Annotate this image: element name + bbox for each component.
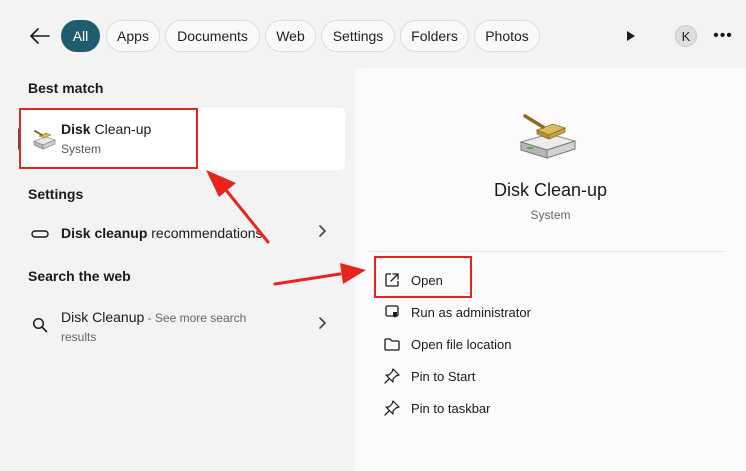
pin-icon xyxy=(383,399,401,417)
account-avatar[interactable]: K xyxy=(675,25,697,47)
annotation-arrowhead xyxy=(206,170,236,197)
disk-cleanup-icon xyxy=(31,125,57,151)
filter-photos[interactable]: Photos xyxy=(474,20,540,52)
filter-apps[interactable]: Apps xyxy=(106,20,160,52)
storage-drive-icon xyxy=(30,225,50,243)
admin-shield-icon xyxy=(383,303,401,321)
open-external-icon xyxy=(383,271,401,289)
run-as-admin-action[interactable]: Run as administrator xyxy=(383,301,703,325)
run-as-admin-label: Run as administrator xyxy=(411,305,531,320)
settings-heading: Settings xyxy=(28,186,84,202)
chevron-right-icon[interactable] xyxy=(319,316,327,335)
app-detail-panel: Disk Clean-up System Open Run as adminis… xyxy=(355,68,746,471)
pin-icon xyxy=(383,367,401,385)
filter-web[interactable]: Web xyxy=(265,20,316,52)
settings-result-row[interactable]: Disk cleanup recommendations xyxy=(18,214,345,254)
pin-to-taskbar-action[interactable]: Pin to taskbar xyxy=(383,397,703,421)
best-match-title: Disk Clean-up xyxy=(61,121,152,137)
filter-all[interactable]: All xyxy=(61,20,100,52)
pin-to-start-action[interactable]: Pin to Start xyxy=(383,365,703,389)
folder-icon xyxy=(383,335,401,353)
search-icon xyxy=(30,316,50,334)
search-web-heading: Search the web xyxy=(28,268,131,284)
web-search-result-row[interactable]: Disk Cleanup - See more search results xyxy=(18,298,345,348)
selection-indicator xyxy=(18,128,21,150)
open-action[interactable]: Open xyxy=(383,269,703,293)
more-filters-play-icon[interactable] xyxy=(620,24,642,48)
detail-app-category: System xyxy=(530,208,571,222)
web-result-label: Disk Cleanup - See more search xyxy=(61,309,247,325)
search-filter-bar: All Apps Documents Web Settings Folders … xyxy=(0,0,746,70)
disk-cleanup-large-icon xyxy=(517,110,579,160)
filter-folders[interactable]: Folders xyxy=(400,20,469,52)
best-match-subtitle: System xyxy=(61,142,102,156)
chevron-right-icon[interactable] xyxy=(319,224,327,243)
more-options-icon[interactable]: ••• xyxy=(712,26,734,46)
web-result-label-line2: results xyxy=(61,330,97,344)
detail-app-name: Disk Clean-up xyxy=(493,180,608,200)
best-match-heading: Best match xyxy=(28,80,104,96)
back-arrow-icon[interactable] xyxy=(26,22,54,50)
filter-documents[interactable]: Documents xyxy=(165,20,260,52)
best-match-result[interactable]: Disk Clean-up System xyxy=(18,108,345,170)
open-action-label: Open xyxy=(411,273,443,288)
filter-settings[interactable]: Settings xyxy=(321,20,395,52)
open-file-location-label: Open file location xyxy=(411,337,512,352)
pin-to-start-label: Pin to Start xyxy=(411,369,476,384)
settings-result-label: Disk cleanup recommendations xyxy=(61,225,263,241)
open-file-location-action[interactable]: Open file location xyxy=(383,333,703,357)
pin-to-taskbar-label: Pin to taskbar xyxy=(411,401,491,416)
divider xyxy=(369,251,725,252)
